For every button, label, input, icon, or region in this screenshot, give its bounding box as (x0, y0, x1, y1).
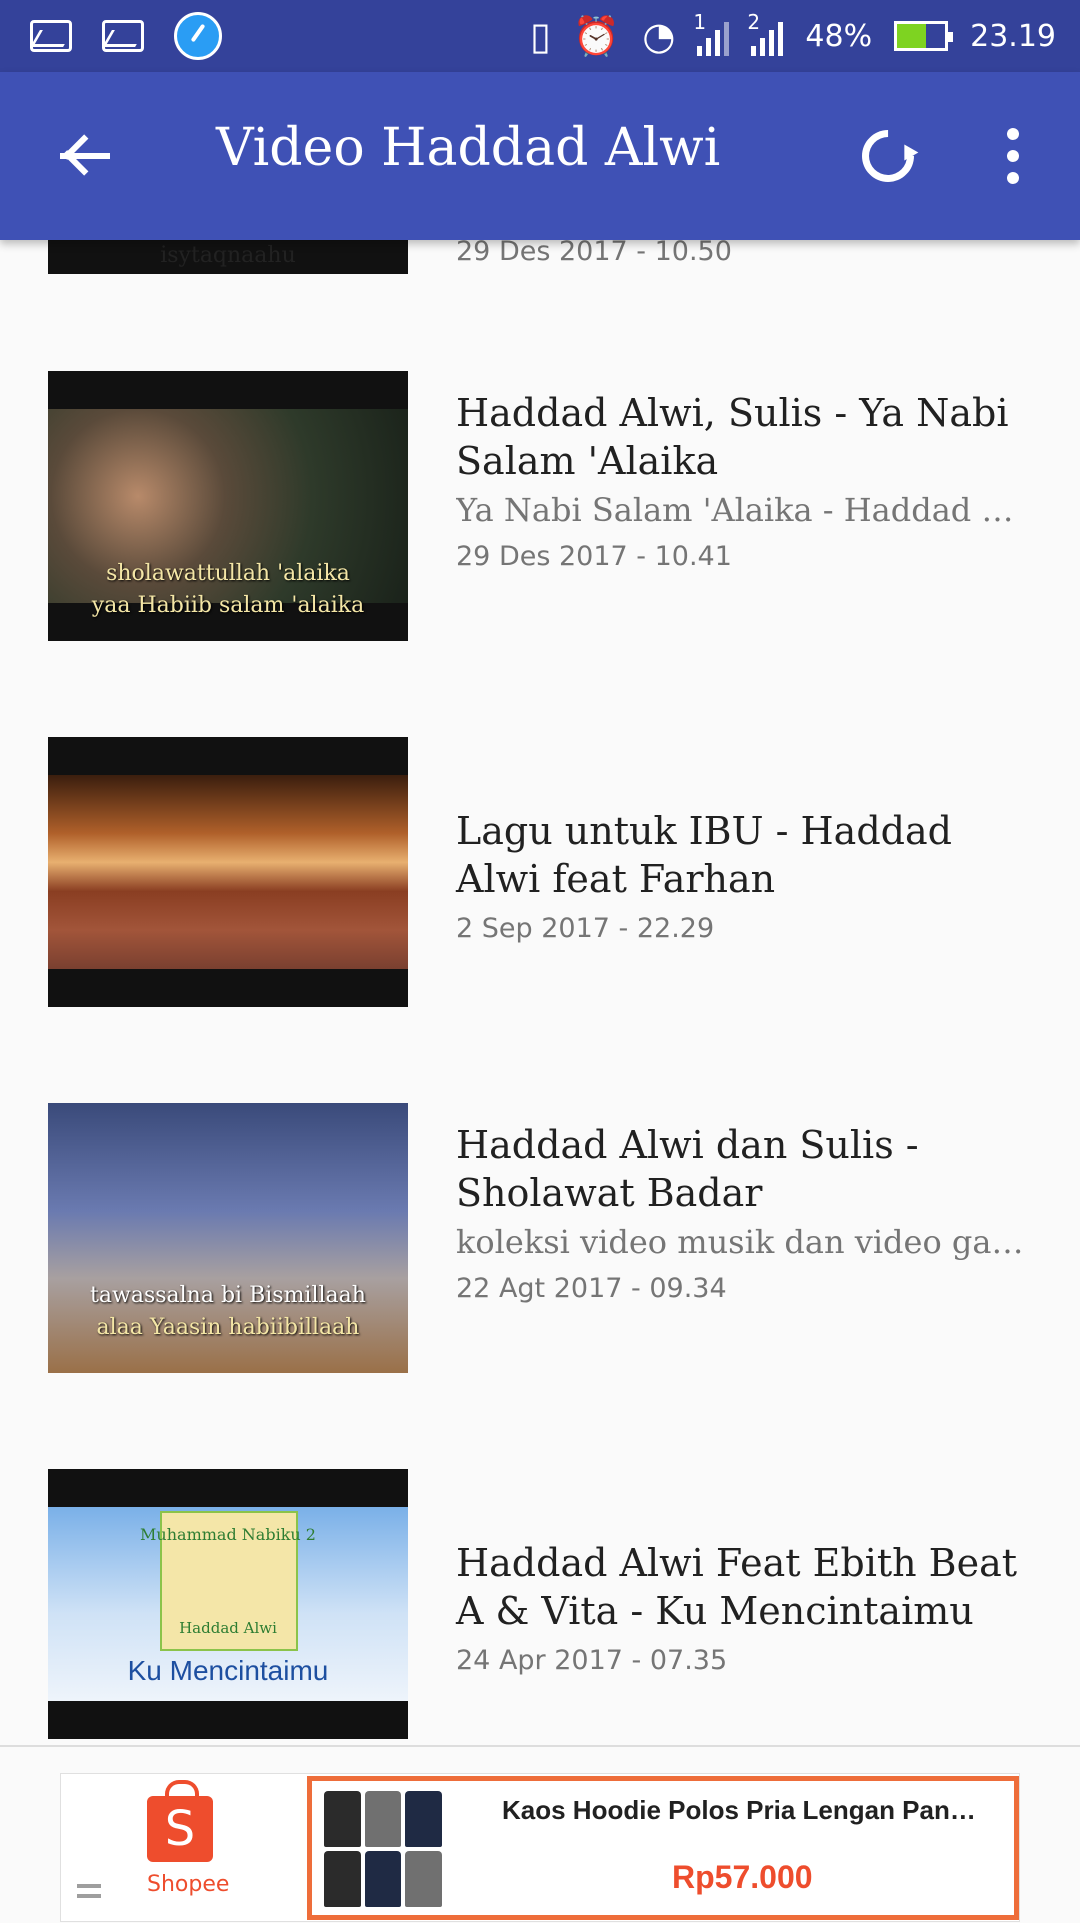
notification-icons (30, 12, 222, 60)
video-title: Haddad Alwi, Sulis - Ya Nabi Salam 'Alai… (456, 391, 1009, 483)
video-thumbnail[interactable]: sholawattullah 'alaika yaa Habiib salam … (48, 371, 408, 641)
list-item[interactable]: isytaqnaahu 29 Des 2017 - 10.50 (0, 240, 1080, 274)
video-thumbnail[interactable] (48, 737, 408, 1007)
vibrate-icon: ▯ (530, 14, 551, 58)
speed-booster-icon (174, 12, 222, 60)
list-item[interactable]: sholawattullah 'alaika yaa Habiib salam … (0, 371, 1080, 641)
video-date: 24 Apr 2017 - 07.35 (456, 1645, 728, 1676)
brand-label: Shopee (147, 1872, 230, 1897)
product-image (320, 1787, 446, 1911)
product-price: Rp57.000 (672, 1859, 813, 1895)
video-thumbnail[interactable]: isytaqnaahu (48, 240, 408, 274)
app-bar: Video Haddad Alwi (0, 72, 1080, 240)
video-date: 29 Des 2017 - 10.50 (456, 240, 732, 267)
video-title: Lagu untuk IBU - Haddad Alwi feat Farhan (456, 809, 952, 901)
list-item[interactable]: tawassalna bi Bismillaah alaa Yaasin hab… (0, 1103, 1080, 1373)
ad-card[interactable]: S Shopee Kaos Hoodie Polos Pria Lengan P… (60, 1773, 1020, 1922)
shopee-bag-icon: S (147, 1780, 213, 1862)
list-item[interactable]: Lagu untuk IBU - Haddad Alwi feat Farhan… (0, 737, 1080, 1007)
refresh-icon[interactable] (851, 119, 925, 193)
gallery-icon (30, 20, 72, 52)
product-offer[interactable]: Kaos Hoodie Polos Pria Lengan Panjang Rp… (307, 1776, 1019, 1920)
product-title: Kaos Hoodie Polos Pria Lengan Panjang (502, 1795, 982, 1825)
status-bar: ▯ ⏰ ◔ 1 2 48% 23.19 (0, 0, 1080, 72)
list-item[interactable]: Muhammad Nabiku 2 Haddad Alwi Ku Mencint… (0, 1469, 1080, 1739)
signal-icon: 2 (747, 10, 784, 56)
page-title: Video Haddad Alwi (216, 118, 721, 178)
battery-charging-icon (894, 21, 954, 51)
video-date: 29 Des 2017 - 10.41 (456, 541, 732, 572)
video-thumbnail[interactable]: Muhammad Nabiku 2 Haddad Alwi Ku Mencint… (48, 1469, 408, 1739)
video-title: Haddad Alwi Feat Ebith Beat A & Vita - K… (456, 1541, 1018, 1633)
video-date: 22 Agt 2017 - 09.34 (456, 1273, 727, 1304)
video-title: Haddad Alwi dan Sulis - Sholawat Badar (456, 1123, 919, 1215)
back-arrow-icon[interactable] (56, 128, 112, 184)
video-list[interactable]: isytaqnaahu 29 Des 2017 - 10.50 sholawat… (0, 240, 1080, 1745)
video-description: Ya Nabi Salam 'Alaika - Haddad Alwi & Su… (456, 491, 1036, 529)
video-thumbnail[interactable]: tawassalna bi Bismillaah alaa Yaasin hab… (48, 1103, 408, 1373)
clock: 23.19 (970, 18, 1056, 54)
menu-icon[interactable] (77, 1884, 101, 1898)
signal-icon: 1 (693, 10, 730, 56)
video-date: 2 Sep 2017 - 22.29 (456, 913, 715, 944)
more-vert-icon[interactable] (1005, 128, 1021, 184)
battery-percent: 48% (805, 18, 873, 54)
system-icons: ▯ ⏰ ◔ 1 2 48% 23.19 (530, 10, 1056, 62)
wifi-icon: ◔ (642, 14, 676, 58)
ad-banner: S Shopee Kaos Hoodie Polos Pria Lengan P… (0, 1745, 1080, 1922)
alarm-icon: ⏰ (572, 14, 621, 58)
gallery-icon (102, 20, 144, 52)
video-description: koleksi video musik dan video gaming bua… (456, 1223, 1036, 1261)
shopee-logo[interactable]: S Shopee (61, 1774, 306, 1923)
